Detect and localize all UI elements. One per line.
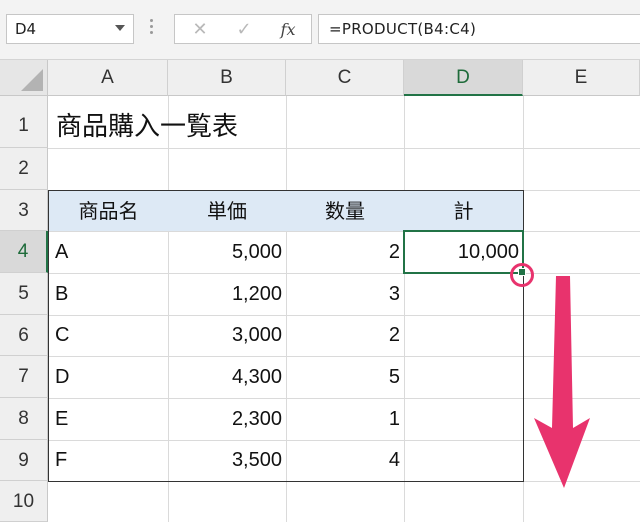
cell-b6[interactable]: 3,000 xyxy=(168,315,286,356)
drag-handle-icon[interactable] xyxy=(150,19,154,39)
row-header-5[interactable]: 5 xyxy=(0,273,48,315)
row-header-1[interactable]: 1 xyxy=(0,96,48,148)
cell-b9[interactable]: 3,500 xyxy=(168,440,286,481)
row-header-4[interactable]: 4 xyxy=(0,231,48,273)
row-header-7[interactable]: 7 xyxy=(0,356,48,398)
cell-c8[interactable]: 1 xyxy=(286,398,404,440)
cell-b5[interactable]: 1,200 xyxy=(168,273,286,315)
formula-input[interactable]: =PRODUCT(B4:C4) xyxy=(318,14,640,44)
gridline xyxy=(523,96,524,522)
formula-buttons: ✕ ✓ fx xyxy=(174,14,312,44)
row-header-9[interactable]: 9 xyxy=(0,440,48,481)
cell-a7[interactable]: D xyxy=(49,356,168,398)
cell-c5[interactable]: 3 xyxy=(286,273,404,315)
cancel-icon[interactable]: ✕ xyxy=(185,18,215,42)
name-box[interactable]: D4 xyxy=(6,14,134,44)
cell-d5[interactable] xyxy=(404,273,523,315)
row-header-10[interactable]: 10 xyxy=(0,481,48,522)
cell-a6[interactable]: C xyxy=(49,315,168,356)
cell-a4[interactable]: A xyxy=(49,231,168,273)
column-header-c[interactable]: C xyxy=(286,60,404,96)
column-header-d[interactable]: D xyxy=(404,60,523,96)
cell-c7[interactable]: 5 xyxy=(286,356,404,398)
cell-c6[interactable]: 2 xyxy=(286,315,404,356)
active-cell-highlight xyxy=(403,230,524,274)
cell-a5[interactable]: B xyxy=(49,273,168,315)
header-cell-price[interactable]: 単価 xyxy=(168,191,286,231)
cell-c9[interactable]: 4 xyxy=(286,440,404,481)
cell-b4[interactable]: 5,000 xyxy=(168,231,286,273)
header-cell-total[interactable]: 計 xyxy=(404,191,523,231)
sheet-title[interactable]: 商品購入一覧表 xyxy=(56,106,238,148)
gridline xyxy=(48,148,640,149)
row-header-3[interactable]: 3 xyxy=(0,190,48,231)
cell-c4[interactable]: 2 xyxy=(286,231,404,273)
formula-bar: D4 ✕ ✓ fx =PRODUCT(B4:C4) xyxy=(0,0,640,60)
cell-d7[interactable] xyxy=(404,356,523,398)
name-box-value: D4 xyxy=(15,20,37,38)
cell-b7[interactable]: 4,300 xyxy=(168,356,286,398)
row-header-8[interactable]: 8 xyxy=(0,398,48,440)
cell-a9[interactable]: F xyxy=(49,440,168,481)
select-all-button[interactable] xyxy=(0,60,48,96)
column-header-b[interactable]: B xyxy=(168,60,286,96)
cell-d6[interactable] xyxy=(404,315,523,356)
drag-down-arrow xyxy=(534,276,590,488)
cell-b8[interactable]: 2,300 xyxy=(168,398,286,440)
cell-d8[interactable] xyxy=(404,398,523,440)
column-header-a[interactable]: A xyxy=(48,60,168,96)
cell-d9[interactable] xyxy=(404,440,523,481)
header-cell-qty[interactable]: 数量 xyxy=(286,191,404,231)
column-header-e[interactable]: E xyxy=(523,60,640,96)
row-header-2[interactable]: 2 xyxy=(0,148,48,190)
chevron-down-icon[interactable] xyxy=(115,25,125,31)
cell-a8[interactable]: E xyxy=(49,398,168,440)
row-header-6[interactable]: 6 xyxy=(0,315,48,356)
header-cell-name[interactable]: 商品名 xyxy=(49,191,168,231)
enter-icon[interactable]: ✓ xyxy=(229,18,259,42)
insert-function-icon[interactable]: fx xyxy=(273,18,303,42)
